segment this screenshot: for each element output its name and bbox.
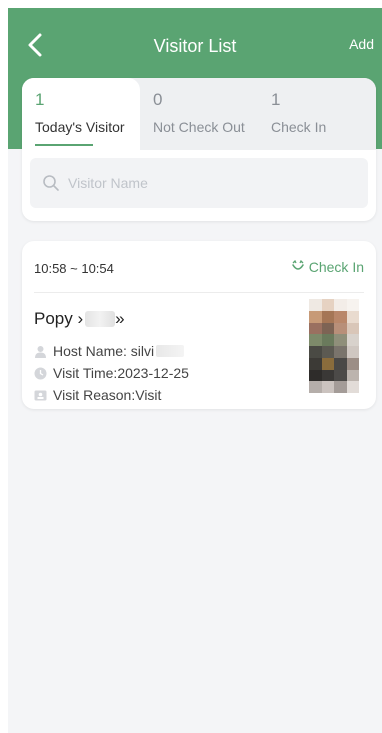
visit-time: Visit Time:2023-12-25 <box>53 365 189 381</box>
tab-count: 1 <box>35 90 45 109</box>
tab-count: 1 <box>271 90 281 109</box>
person-icon <box>35 345 46 358</box>
tab-todays-visitor[interactable]: 1 Today's Visitor <box>22 78 140 150</box>
tab-check-in[interactable]: 1 Check In <box>258 78 376 150</box>
phone-screen: Visitor List Add 1 Today's Visitor 0 Not… <box>8 8 382 733</box>
host-name: Host Name: silvi <box>53 343 155 359</box>
page-title: Visitor List <box>153 36 237 56</box>
visit-time-row: Visit Time:2023-12-25 <box>34 365 189 381</box>
visit-reason-row: Visit Reason:Visit <box>34 387 161 403</box>
tab-label: Not Check Out <box>153 119 245 135</box>
search-input[interactable] <box>68 168 338 198</box>
tab-label: Today's Visitor <box>35 119 125 135</box>
check-in-icon <box>291 260 304 270</box>
filter-card: 1 Today's Visitor 0 Not Check Out 1 Chec… <box>22 78 376 221</box>
clock-icon <box>34 367 47 379</box>
tab-bar: 1 Today's Visitor 0 Not Check Out 1 Chec… <box>22 78 376 150</box>
host-row: Host Name: silvi <box>34 343 185 359</box>
redacted-text <box>85 311 116 327</box>
visit-reason: Visit Reason:Visit <box>53 387 162 403</box>
visitor-name-text: Popy › <box>34 309 84 328</box>
id-card-icon <box>34 390 47 400</box>
tab-not-check-out[interactable]: 0 Not Check Out <box>140 78 258 150</box>
tab-count: 0 <box>153 90 163 109</box>
search-box[interactable] <box>30 158 368 208</box>
visitor-name-tail: » <box>115 309 125 328</box>
status-label: Check In <box>308 259 364 275</box>
active-tab-indicator <box>35 144 93 146</box>
redacted-text <box>156 345 185 357</box>
visit-time-range: 10:58 ~ 10:54 <box>34 261 114 276</box>
divider <box>34 292 364 293</box>
visitor-card[interactable]: 10:58 ~ 10:54 Check In Popy › » Host Nam… <box>22 241 376 409</box>
visitor-photo <box>309 299 359 393</box>
tab-label: Check In <box>271 119 327 135</box>
search-icon <box>43 175 59 191</box>
add-button[interactable]: Add <box>349 36 374 52</box>
status-badge: Check In <box>291 259 364 275</box>
visitor-name: Popy › » <box>34 309 125 329</box>
